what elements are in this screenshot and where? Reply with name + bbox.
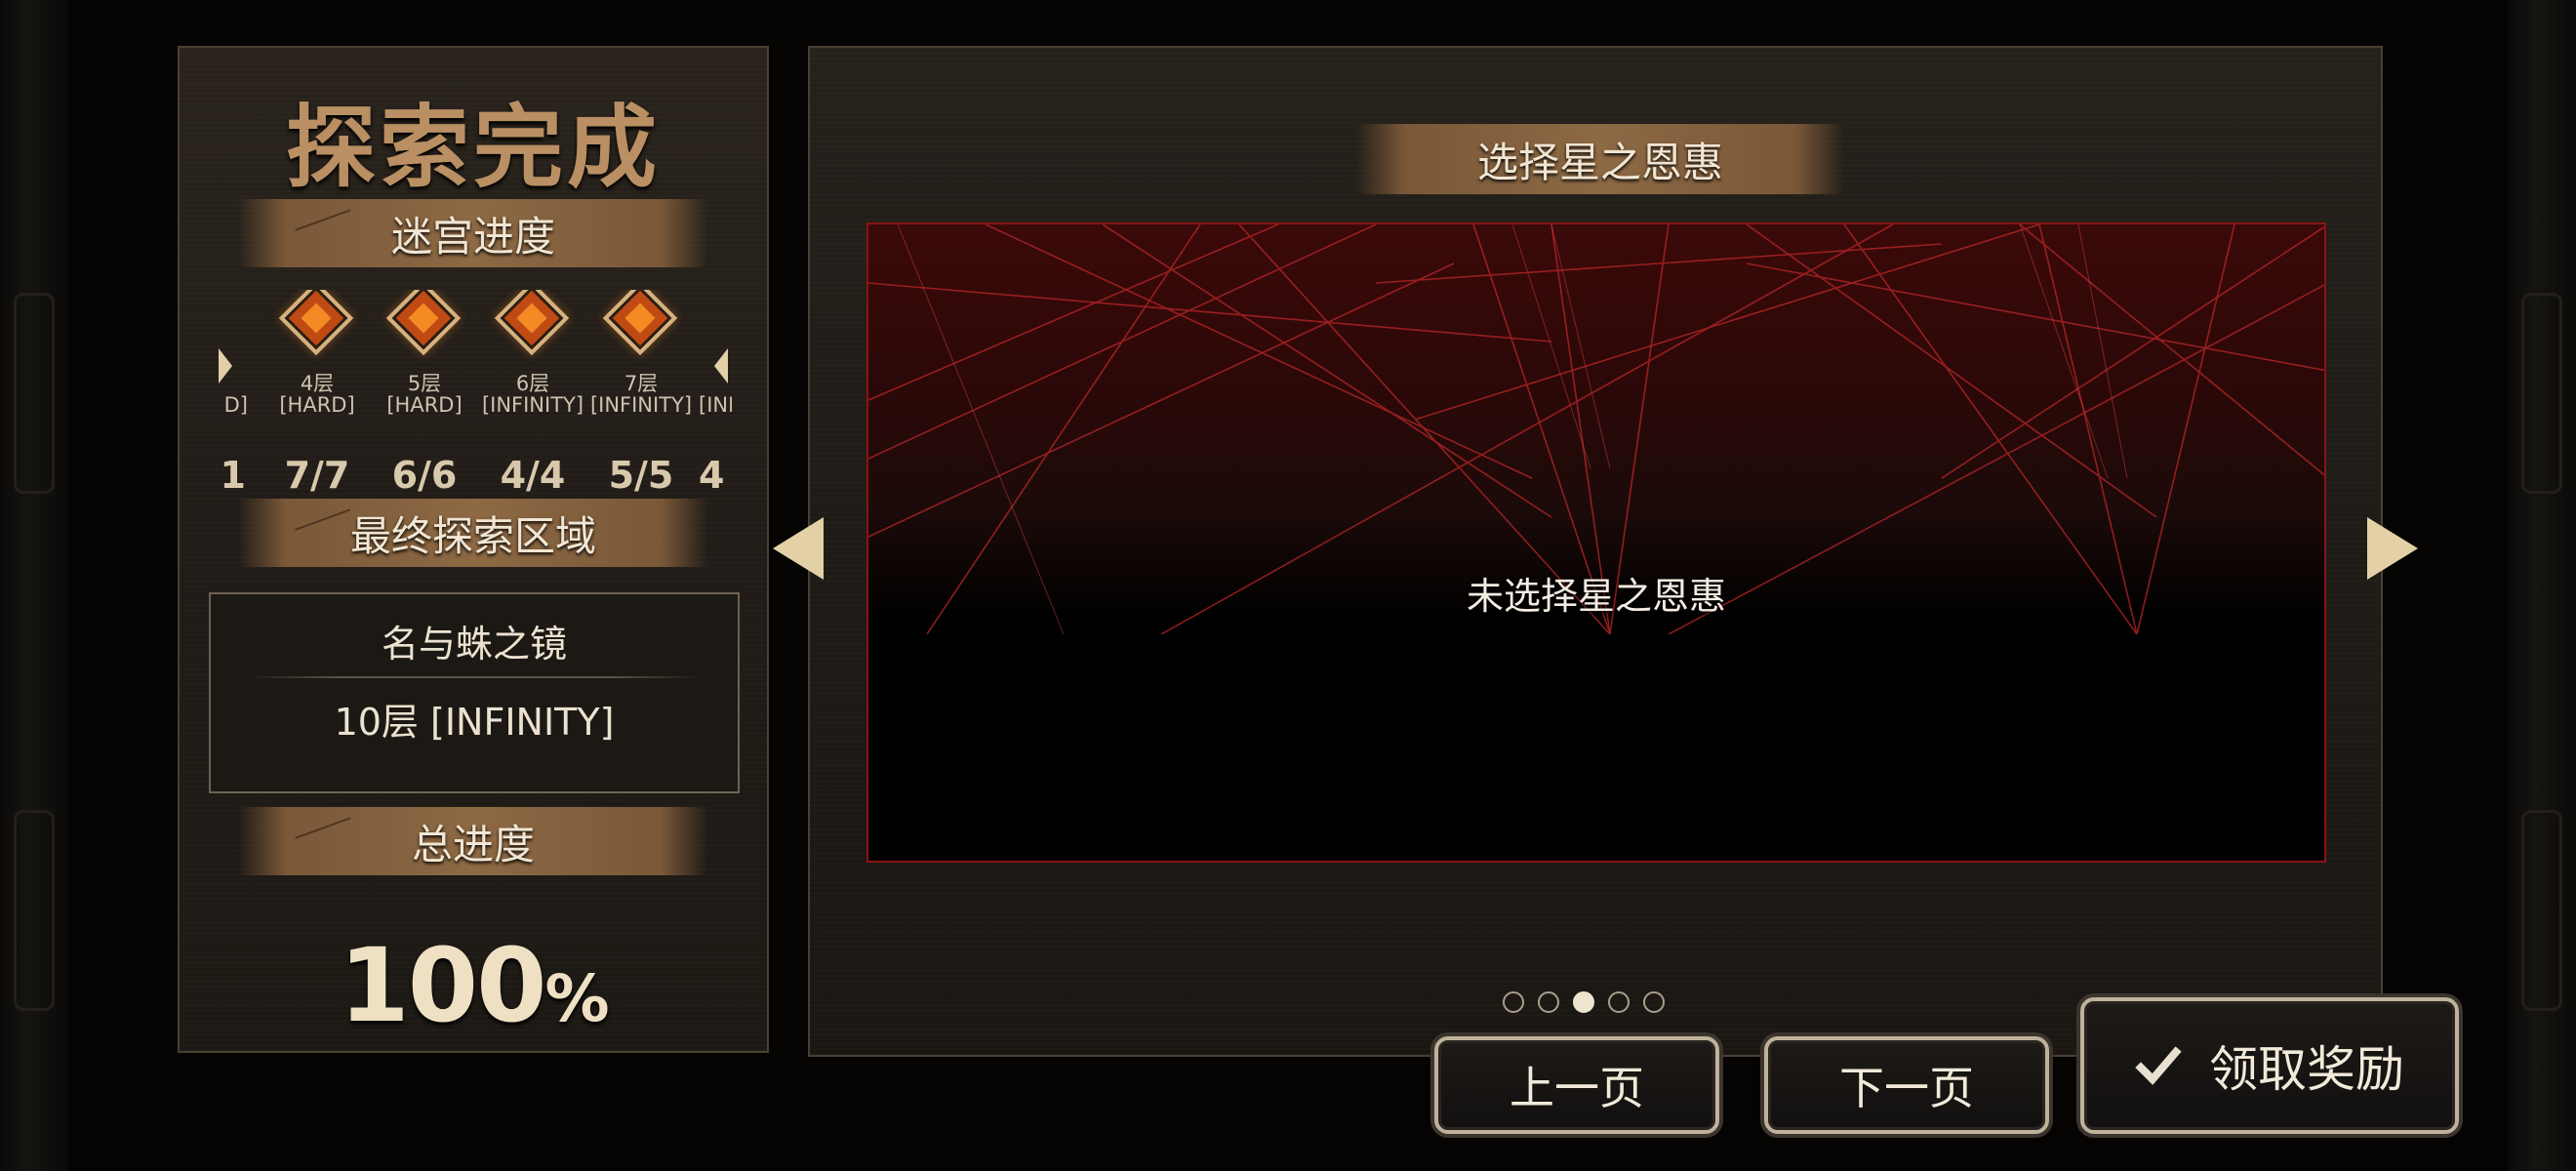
arrow-left-icon[interactable] [773, 517, 824, 580]
maze-floor-count: 4/4 [500, 454, 566, 497]
final-region-name: 名与蛛之镜 [381, 623, 567, 666]
frame-decoration-right [2508, 0, 2576, 1171]
maze-floor-item: 6层 [INFINITY] 4/4 [479, 290, 586, 514]
maze-floor-count: 7/7 [284, 454, 350, 497]
final-region-floor: 10层 [INFINITY] [334, 701, 615, 744]
maze-floor-item: 5层 [HARD] 6/6 [371, 290, 478, 514]
prev-page-button[interactable]: 上一页 [1434, 1036, 1719, 1134]
page-dot[interactable] [1503, 991, 1524, 1013]
region-divider [248, 676, 701, 678]
next-page-button[interactable]: 下一页 [1764, 1036, 2049, 1134]
final-region-banner: 最终探索区域 [238, 499, 708, 567]
maze-gem-icon [385, 290, 462, 356]
maze-gem-icon [278, 290, 354, 356]
exploration-summary-panel: 探索完成 迷宫进度 D] 1 4层 [HARD] 7/7 5层 [HARD] 6… [178, 46, 769, 1053]
frame-decoration-left [0, 0, 68, 1171]
blessing-panel: 选择星之恩惠 未选择星之恩惠 [808, 46, 2383, 1057]
page-dot-active[interactable] [1573, 991, 1594, 1013]
blessing-title: 选择星之恩惠 [1476, 138, 1723, 186]
page-title: 探索完成 [285, 96, 661, 200]
page-dot[interactable] [1643, 991, 1665, 1013]
blessing-title-banner: 选择星之恩惠 [1356, 124, 1844, 194]
maze-progress-banner: 迷宫进度 [238, 199, 708, 267]
page-indicator [1503, 991, 1665, 1013]
page-dot[interactable] [1538, 991, 1559, 1013]
maze-floor-count: 4 [699, 454, 725, 497]
maze-floor-mode: [INF [699, 393, 732, 417]
final-region-box: 名与蛛之镜 10层 [INFINITY] [209, 592, 740, 793]
maze-progress-label: 迷宫进度 [390, 212, 555, 261]
percent-sign: % [544, 961, 609, 1036]
total-progress-label: 总进度 [411, 820, 535, 868]
arrow-right-icon[interactable] [2367, 517, 2418, 580]
maze-floor-count: 5/5 [608, 454, 674, 497]
next-page-label: 下一页 [1839, 1062, 1974, 1114]
maze-scroll-right-icon[interactable] [714, 348, 728, 384]
claim-reward-label: 领取奖励 [2209, 1041, 2404, 1098]
page-dot[interactable] [1608, 991, 1630, 1013]
maze-floor-mode: D] [223, 393, 248, 417]
maze-gem-icon [494, 290, 570, 356]
prev-page-label: 上一页 [1509, 1062, 1644, 1114]
blessing-empty-text: 未选择星之恩惠 [1466, 575, 1726, 618]
maze-floor-mode: [INFINITY] [589, 393, 693, 417]
maze-floor-item: 4层 [HARD] 7/7 [263, 290, 371, 514]
claim-reward-button[interactable]: 领取奖励 [2080, 997, 2459, 1134]
maze-floor-item: D] 1 [219, 290, 248, 514]
maze-progress-strip[interactable]: D] 1 4层 [HARD] 7/7 5层 [HARD] 6/6 6层 [INF… [219, 290, 732, 514]
total-progress-banner: 总进度 [238, 807, 708, 875]
maze-floor-item: [INF 4 [695, 290, 732, 514]
total-progress-value: 100% [339, 926, 609, 1045]
check-icon [2135, 1046, 2182, 1085]
final-region-label: 最终探索区域 [349, 511, 596, 560]
blessing-display[interactable]: 未选择星之恩惠 [866, 222, 2326, 863]
maze-floor-item: 7层 [INFINITY] 5/5 [587, 290, 695, 514]
maze-floor-count: 1 [220, 454, 246, 497]
maze-floor-count: 6/6 [391, 454, 458, 497]
maze-gem-icon [602, 290, 678, 356]
